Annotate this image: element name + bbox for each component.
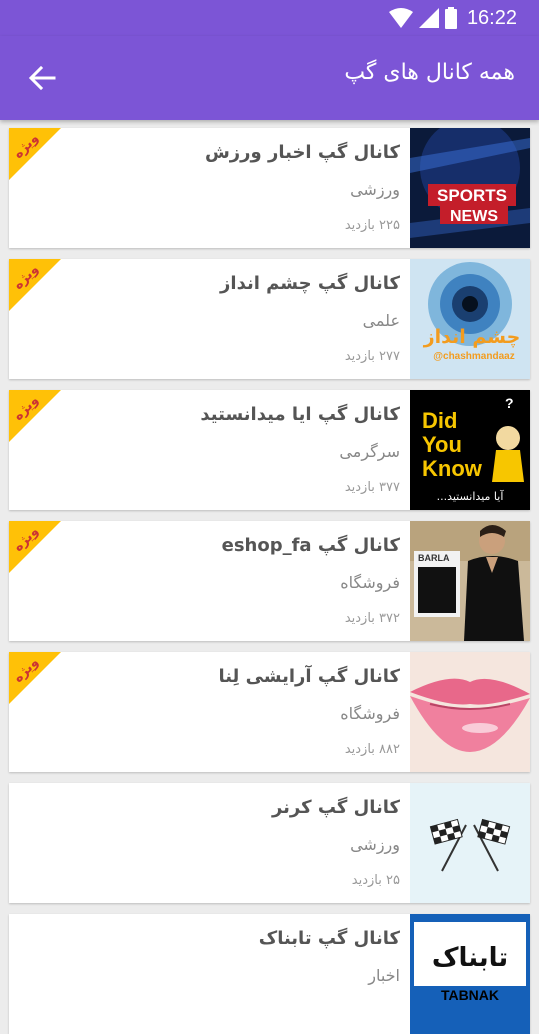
channel-category: ورزشی <box>350 835 400 854</box>
channel-views: ۳۷۲ بازدید <box>344 611 400 626</box>
channel-title: کانال گپ تابناک <box>258 928 400 949</box>
back-button[interactable] <box>26 62 58 94</box>
thumb-text: TABNAK <box>441 987 499 1003</box>
thumb-text: NEWS <box>450 208 498 225</box>
channel-category: علمی <box>362 311 400 330</box>
featured-badge: ویژه <box>9 128 61 180</box>
app-bar: همه کانال های گپ <box>0 36 539 120</box>
thumb-text: You <box>422 432 462 457</box>
battery-icon <box>444 7 457 29</box>
channel-views: ۲۲۵ بازدید <box>344 218 400 233</box>
channel-views: ۲۵ بازدید <box>351 873 400 888</box>
signal-icon <box>418 8 439 28</box>
channel-thumbnail <box>410 783 530 903</box>
channel-thumbnail: Did You Know ? آیا میدانستید... <box>410 390 530 510</box>
featured-badge: ویژه <box>9 390 61 442</box>
thumb-text: Did <box>422 408 457 433</box>
channel-card[interactable]: BARLA کانال گپ eshop_fa فروشگاه ۳۷۲ بازد… <box>9 521 530 641</box>
thumb-text: آیا میدانستید... <box>437 489 505 503</box>
channel-thumbnail: چشم انداز @chashmandaaz <box>410 259 530 379</box>
channel-thumbnail: تابناک TABNAK <box>410 914 530 1034</box>
channel-title: کانال گپ ایا میدانستید <box>200 404 400 425</box>
featured-badge: ویژه <box>9 652 61 704</box>
channel-views: ۳۷۷ بازدید <box>344 480 400 495</box>
wifi-icon <box>388 8 413 28</box>
channel-category: اخبار <box>368 966 400 985</box>
channel-title: کانال گپ eshop_fa <box>221 535 400 556</box>
thumb-text: تابناک <box>432 943 508 973</box>
channel-views: ۸۸۲ بازدید <box>344 742 400 757</box>
status-bar: 16:22 <box>0 0 539 36</box>
page-title: همه کانال های گپ <box>344 60 515 85</box>
thumb-text: SPORTS <box>437 186 507 205</box>
featured-badge: ویژه <box>9 259 61 311</box>
channel-category: سرگرمی <box>339 442 400 461</box>
thumb-text: چشم انداز <box>423 326 521 348</box>
thumb-text: BARLA <box>418 553 450 563</box>
channel-category: ورزشی <box>350 180 400 199</box>
channel-thumbnail: BARLA <box>410 521 530 641</box>
channel-title: کانال گپ اخبار ورزش <box>204 142 400 163</box>
channel-card[interactable]: کانال گپ آرایشی لِنا فروشگاه ۸۸۲ بازدید … <box>9 652 530 772</box>
channel-title: کانال گپ آرایشی لِنا <box>218 666 400 687</box>
channel-title: کانال گپ کرنر <box>271 797 400 818</box>
channel-category: فروشگاه <box>340 704 400 723</box>
channel-card[interactable]: چشم انداز @chashmandaaz کانال گپ چشم اند… <box>9 259 530 379</box>
channel-thumbnail: SPORTS NEWS <box>410 128 530 248</box>
status-icons: 16:22 <box>388 6 517 29</box>
channel-card[interactable]: Did You Know ? آیا میدانستید... کانال گپ… <box>9 390 530 510</box>
channel-card[interactable]: تابناک TABNAK کانال گپ تابناک اخبار <box>9 914 530 1034</box>
arrow-back-icon <box>28 65 56 91</box>
channel-card[interactable]: کانال گپ کرنر ورزشی ۲۵ بازدید <box>9 783 530 903</box>
status-time: 16:22 <box>466 6 517 29</box>
channel-views: ۲۷۷ بازدید <box>344 349 400 364</box>
thumb-text: @chashmandaaz <box>433 351 514 362</box>
channel-card[interactable]: SPORTS NEWS کانال گپ اخبار ورزش ورزشی ۲۲… <box>9 128 530 248</box>
channel-category: فروشگاه <box>340 573 400 592</box>
thumb-text: Know <box>422 456 483 481</box>
featured-badge: ویژه <box>9 521 61 573</box>
channel-thumbnail <box>410 652 530 772</box>
thumb-text: ? <box>505 395 514 411</box>
channel-title: کانال گپ چشم انداز <box>220 273 400 294</box>
